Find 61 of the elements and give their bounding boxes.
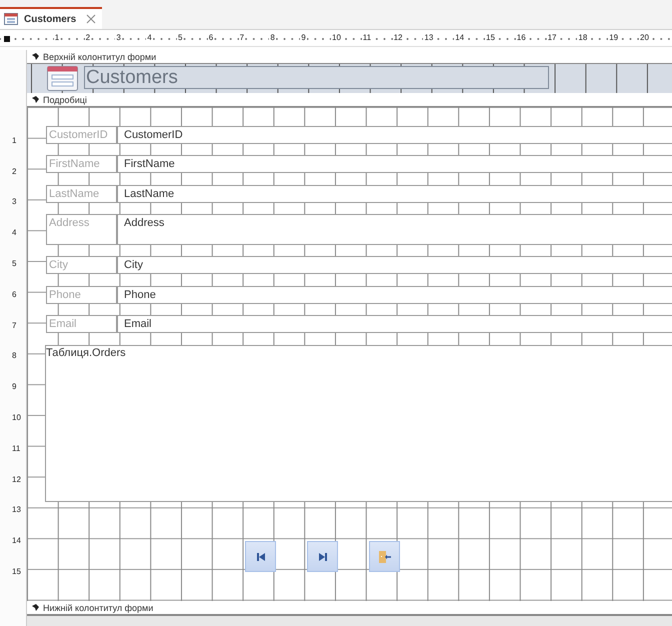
- ruler-number: 20: [639, 33, 650, 42]
- ruler-number: 4: [12, 228, 16, 238]
- text-box[interactable]: CustomerID: [117, 126, 672, 144]
- ruler-number: 2: [12, 166, 16, 176]
- subform-label: Таблиця.Orders: [46, 347, 126, 359]
- text-box[interactable]: Email: [117, 315, 672, 333]
- ruler-number: 8: [12, 351, 16, 360]
- section-title: Подробиці: [43, 94, 87, 104]
- form-icon: [47, 66, 78, 91]
- last-record-icon: [318, 552, 328, 562]
- ruler-number: 9: [12, 382, 16, 392]
- ruler-number: 12: [12, 474, 21, 484]
- ruler-number: 3: [115, 33, 122, 42]
- section-marker-icon: [32, 53, 39, 60]
- ruler-number: 6: [12, 290, 16, 299]
- text-box[interactable]: Phone: [117, 286, 672, 304]
- ruler-number: 11: [12, 444, 20, 453]
- text-box[interactable]: Address: [117, 214, 672, 245]
- text-box[interactable]: City: [117, 256, 672, 274]
- section-title: Нижній колонтитул форми: [43, 602, 154, 612]
- ruler-number: 6: [208, 33, 214, 42]
- close-icon[interactable]: [86, 14, 96, 24]
- section-marker-icon: [32, 604, 39, 611]
- ruler-number: 19: [608, 33, 620, 42]
- ruler-number: 18: [577, 33, 588, 42]
- text-box[interactable]: FirstName: [117, 155, 672, 173]
- ruler-number: 17: [546, 33, 558, 42]
- ruler-number: 15: [12, 567, 21, 576]
- ruler-number: 14: [12, 536, 21, 546]
- section-title: Верхній колонтитул форми: [43, 52, 156, 62]
- section-bar[interactable]: Нижній колонтитул форми: [27, 601, 672, 615]
- ruler-number: 10: [331, 33, 342, 42]
- ruler-number: 5: [177, 33, 184, 42]
- first-record-button[interactable]: [245, 541, 276, 572]
- ruler-number: 13: [12, 505, 21, 514]
- ruler-number: 12: [392, 33, 404, 42]
- text-box[interactable]: LastName: [117, 185, 672, 203]
- ruler-number: 9: [300, 33, 307, 42]
- ruler-number: 14: [454, 33, 466, 42]
- ruler-number: 15: [485, 33, 496, 42]
- ruler-number: 13: [423, 33, 434, 42]
- form-icon: [4, 13, 18, 25]
- last-record-button[interactable]: [307, 541, 338, 572]
- ruler-number: 5: [12, 259, 16, 268]
- form-tab[interactable]: Customers: [0, 7, 102, 29]
- first-record-icon: [256, 552, 266, 562]
- ruler-number: 7: [238, 33, 246, 42]
- ruler-number: 8: [269, 33, 276, 42]
- ruler-number: 7: [12, 320, 16, 330]
- section-marker-icon: [32, 96, 39, 103]
- ruler-number: 3: [12, 197, 16, 206]
- ruler-number: 10: [12, 413, 21, 422]
- ruler-number: 4: [146, 33, 153, 42]
- ruler-number: 1: [12, 136, 16, 145]
- ruler-number: 16: [516, 33, 527, 42]
- ruler-number: 2: [84, 33, 92, 42]
- ruler-number: 11: [362, 33, 372, 42]
- section-bar[interactable]: Подробиці: [27, 93, 672, 107]
- ruler-number: 1: [54, 33, 60, 42]
- door-arrow-icon: [378, 550, 392, 562]
- section-bar[interactable]: Верхній колонтитул форми: [27, 50, 672, 64]
